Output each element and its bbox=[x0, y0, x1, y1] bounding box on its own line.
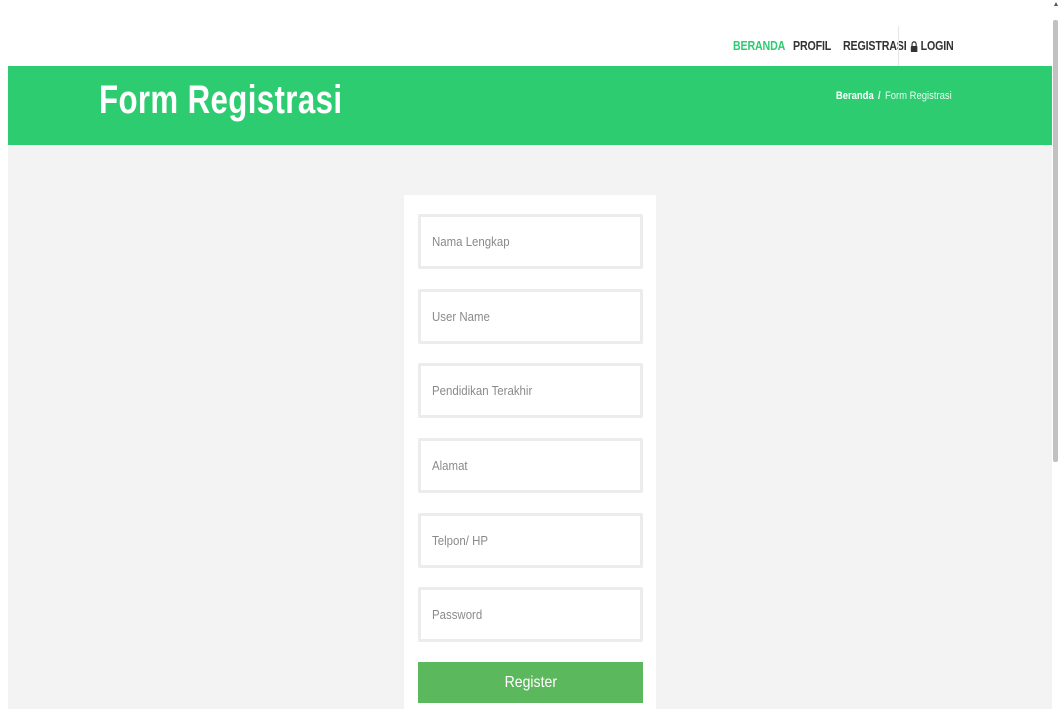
scrollbar-thumb[interactable] bbox=[1053, 20, 1058, 462]
nav-item-beranda[interactable]: BERANDA bbox=[733, 39, 785, 53]
scroll-up-arrow-icon[interactable] bbox=[1054, 2, 1058, 6]
nav-item-login[interactable]: LOGIN bbox=[910, 39, 954, 53]
nav-divider bbox=[898, 26, 899, 66]
field-telpon-hp bbox=[418, 513, 643, 568]
field-nama-lengkap bbox=[418, 214, 643, 269]
field-user-name bbox=[418, 289, 643, 344]
lock-icon bbox=[910, 40, 918, 52]
alamat-input[interactable] bbox=[432, 441, 616, 490]
telpon-hp-input[interactable] bbox=[432, 516, 616, 565]
field-pendidikan-terakhir bbox=[418, 363, 643, 418]
page-title: Form Registrasi bbox=[99, 78, 343, 122]
registration-form: Register bbox=[404, 195, 656, 709]
nama-lengkap-input[interactable] bbox=[432, 217, 616, 266]
register-button-label: Register bbox=[504, 673, 557, 691]
field-alamat bbox=[418, 438, 643, 493]
nav-item-registrasi[interactable]: REGISTRASI bbox=[843, 39, 907, 53]
password-input[interactable] bbox=[432, 590, 616, 639]
top-navigation: BERANDA PROFIL REGISTRASI LOGIN bbox=[0, 0, 1052, 66]
breadcrumb-current: Form Registrasi bbox=[885, 90, 952, 102]
user-name-input[interactable] bbox=[432, 292, 616, 341]
field-password bbox=[418, 587, 643, 642]
nav-item-profil[interactable]: PROFIL bbox=[793, 39, 831, 53]
breadcrumb-home-link[interactable]: Beranda bbox=[836, 90, 874, 102]
page-left-edge bbox=[0, 0, 8, 709]
page-header-banner: Form Registrasi Beranda / Form Registras… bbox=[8, 66, 1052, 145]
breadcrumb: Beranda / Form Registrasi bbox=[836, 90, 952, 102]
register-button[interactable]: Register bbox=[418, 662, 643, 703]
pendidikan-terakhir-input[interactable] bbox=[432, 366, 616, 415]
nav-login-label: LOGIN bbox=[920, 38, 954, 53]
breadcrumb-separator: / bbox=[878, 90, 881, 102]
page-scrollbar[interactable] bbox=[1052, 0, 1059, 709]
